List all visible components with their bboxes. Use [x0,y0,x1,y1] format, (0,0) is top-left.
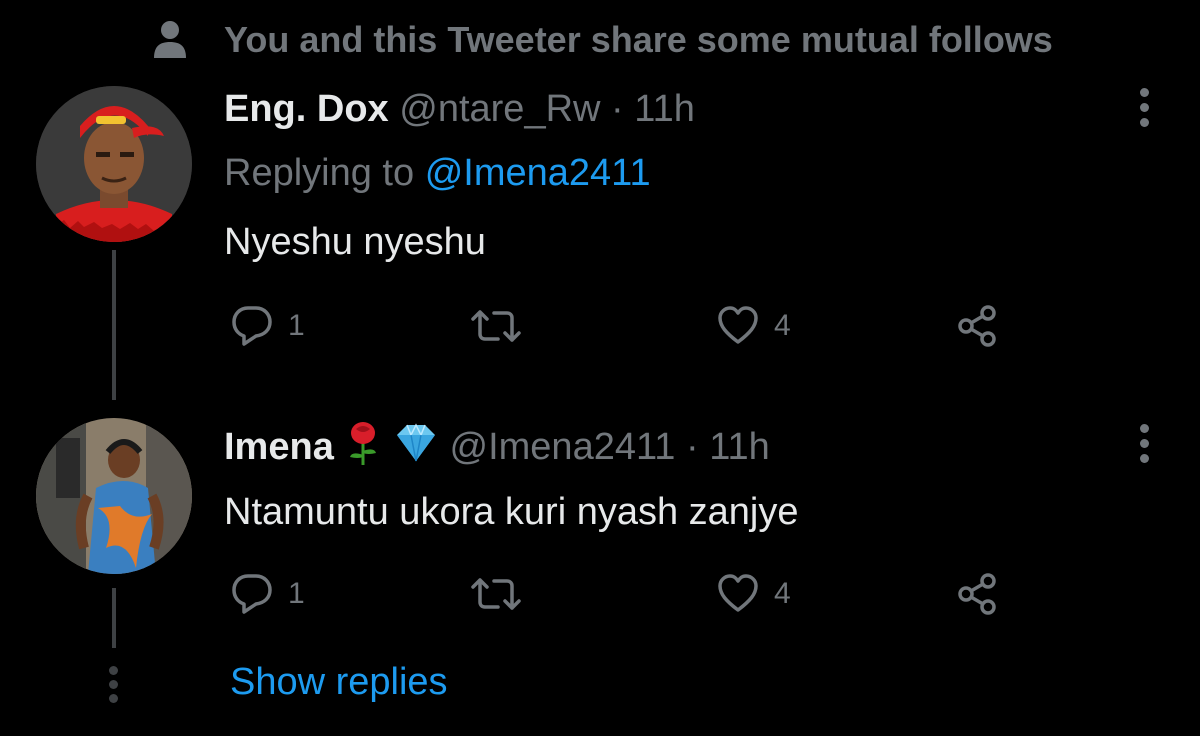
person-icon [152,20,188,60]
like-count: 4 [774,309,791,342]
reply-count: 1 [288,309,305,342]
like-count: 4 [774,577,791,610]
reply-icon [232,306,272,346]
reply-count: 1 [288,577,305,610]
show-replies-link[interactable]: Show replies [230,656,448,708]
tweet-text: Ntamuntu ukora kuri nyash zanjye [224,491,799,533]
replying-to-label: Replying to [224,152,415,194]
share-icon [958,573,996,615]
thread-continuation-dots-icon [109,666,119,708]
tweet-time[interactable]: 11h [709,426,770,468]
heart-icon [718,574,758,612]
replying-to: Replying to @Imena2411 [224,147,651,199]
tweet-header: Eng. Dox @ntare_Rw · 11h [224,83,695,135]
user-handle[interactable]: @Imena2411 [450,426,676,468]
thread-line [112,250,116,400]
more-options-icon[interactable] [1138,424,1150,464]
social-context-text: You and this Tweeter share some mutual f… [224,19,1053,60]
rose-emoji-icon [350,422,377,465]
like-button[interactable]: 4 [716,302,791,350]
share-icon [958,305,996,347]
avatar-imena[interactable] [36,418,192,574]
display-name[interactable]: Imena [224,426,334,468]
heart-icon [718,306,758,344]
avatar-eng-dox[interactable] [36,86,192,242]
reply-button[interactable]: 1 [230,302,305,350]
more-options-icon[interactable] [1138,88,1150,128]
display-name[interactable]: Eng. Dox [224,88,389,130]
reply-icon [232,574,272,614]
meta-separator: · [685,426,699,468]
share-button[interactable] [956,570,1000,618]
user-handle[interactable]: @ntare_Rw [399,88,600,130]
tweet-header: Imena @Imena2411 · 11h [224,421,770,473]
reply-button[interactable]: 1 [230,570,305,618]
gem-emoji-icon [396,423,435,462]
meta-separator: · [611,88,624,130]
share-button[interactable] [956,302,1000,350]
retweet-icon [471,310,521,342]
tweet-time[interactable]: 11h [634,88,695,130]
tweet-text: Nyeshu nyeshu [224,221,486,263]
retweet-icon [471,578,521,610]
like-button[interactable]: 4 [716,570,791,618]
replying-to-handle-link[interactable]: @Imena2411 [425,152,651,194]
thread-line [112,588,116,648]
retweet-button[interactable] [470,302,536,350]
retweet-button[interactable] [470,570,536,618]
